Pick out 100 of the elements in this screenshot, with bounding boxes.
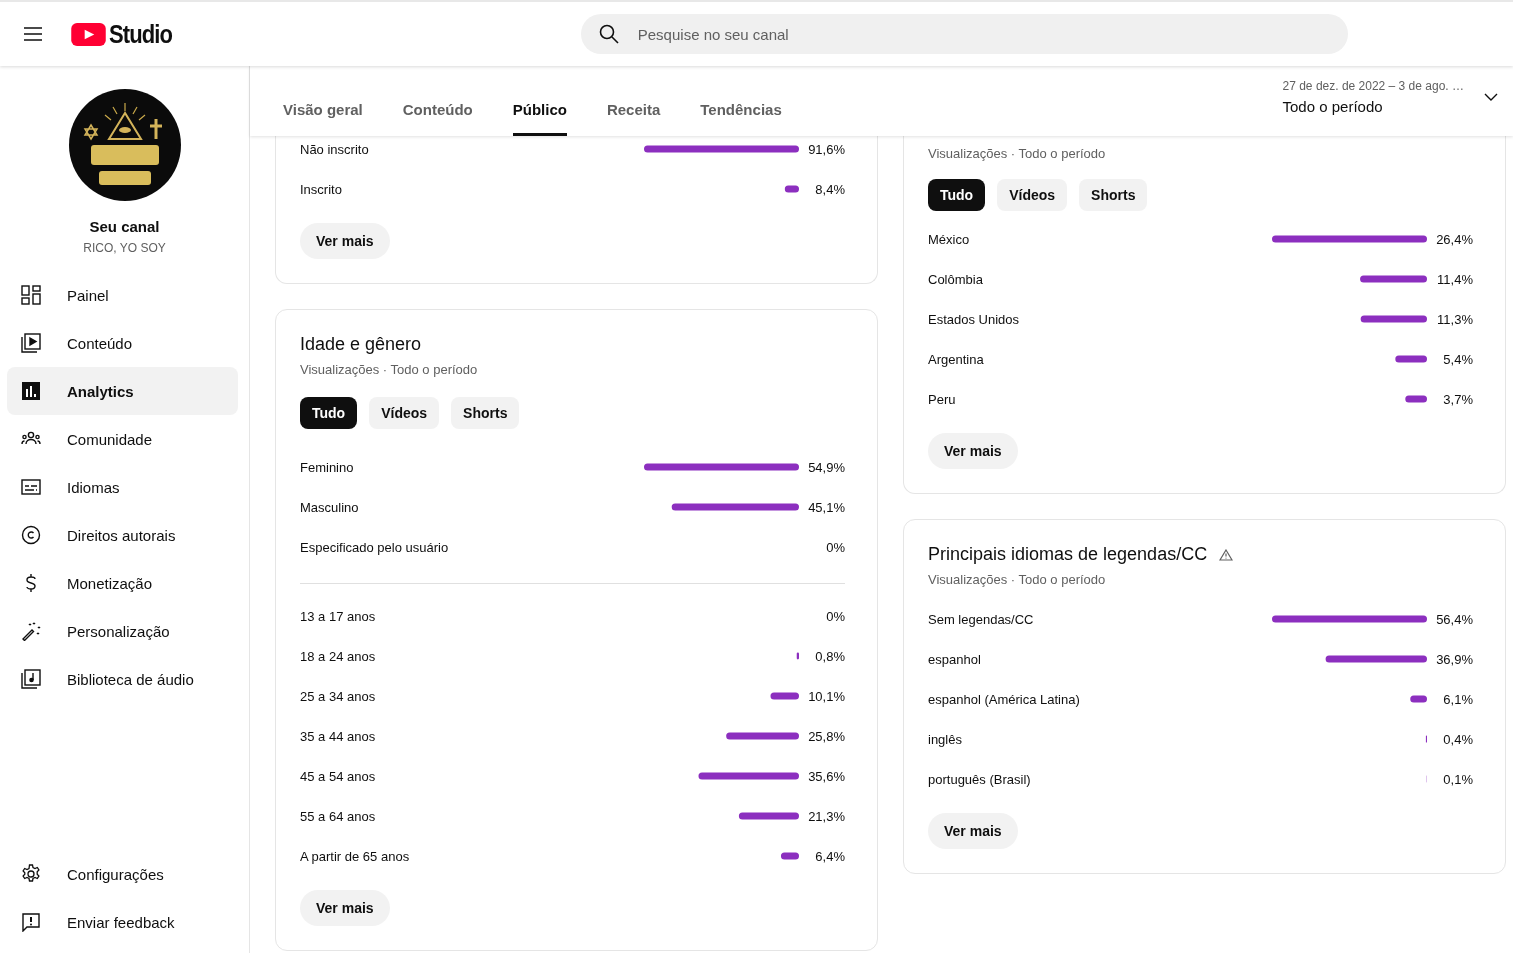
sidebar-item[interactable]: Monetização — [7, 559, 238, 607]
sidebar-item[interactable]: Biblioteca de áudio — [7, 655, 238, 703]
menu-icon[interactable] — [24, 27, 42, 41]
bar — [784, 185, 799, 193]
row-label: 25 a 34 anos — [300, 688, 376, 704]
percentage-value: 26,4% — [1436, 231, 1473, 247]
filter-chip[interactable]: Shorts — [1079, 179, 1148, 211]
row-label: 18 a 24 anos — [300, 648, 376, 664]
channel-name: RICO, YO SOY — [83, 241, 166, 255]
bar — [1405, 395, 1427, 403]
percentage-value: 0% — [826, 608, 845, 624]
bar — [738, 812, 799, 820]
row-label: A partir de 65 anos — [300, 848, 410, 864]
percentage-value: 0% — [826, 539, 845, 555]
percentage-value: 6,4% — [815, 848, 845, 864]
row-label: 35 a 44 anos — [300, 728, 376, 744]
tab[interactable]: Receita — [606, 101, 661, 136]
sidebar-item[interactable]: Conteúdo — [7, 319, 238, 367]
row-label: espanhol (América Latina) — [928, 691, 1080, 707]
card-subtitle: Visualizações · Todo o período — [928, 146, 1107, 161]
copyright-icon — [21, 525, 41, 545]
magic-wand-icon — [21, 621, 41, 641]
see-more-button[interactable]: Ver mais — [300, 890, 390, 926]
sidebar-item[interactable]: Idiomas — [7, 463, 238, 511]
row-label: Não inscrito — [300, 141, 369, 157]
tab[interactable]: Visão geral — [283, 101, 363, 136]
tab[interactable]: Conteúdo — [402, 101, 473, 136]
percentage-value: 0,1% — [1443, 771, 1473, 787]
card-subtitle: Visualizações · Todo o período — [300, 362, 479, 377]
search-field[interactable]: Pesquise no seu canal — [580, 14, 1348, 54]
row-label: inglês — [928, 731, 962, 747]
bar — [1360, 275, 1427, 283]
bar — [1410, 695, 1427, 703]
row-label: Feminino — [300, 459, 354, 475]
row-label: Masculino — [300, 499, 359, 515]
percentage-value: 0,4% — [1443, 731, 1473, 747]
logo-text[interactable]: Studio — [109, 19, 173, 49]
see-more-button[interactable]: Ver mais — [300, 223, 390, 259]
card-title: Principais idiomas de legendas/CC — [928, 544, 1208, 565]
percentage-value: 45,1% — [808, 499, 845, 515]
percentage-value: 91,6% — [808, 141, 845, 157]
dashboard-icon — [21, 285, 41, 305]
row-label: 55 a 64 anos — [300, 808, 376, 824]
channel-title: Seu canal — [89, 218, 160, 235]
sidebar-item[interactable]: Enviar feedback — [7, 898, 238, 946]
date-range-picker[interactable]: 27 de dez. de 2022 – 3 de ago. … Todo o período — [1282, 66, 1513, 128]
feedback-icon — [21, 912, 41, 932]
percentage-value: 54,9% — [808, 459, 845, 475]
percentage-value: 3,7% — [1443, 391, 1473, 407]
percentage-value: 0,8% — [815, 648, 845, 664]
analytics-icon — [21, 381, 41, 401]
row-label: Especificado pelo usuário — [300, 539, 449, 555]
row-label: Peru — [928, 391, 956, 407]
music-library-icon — [21, 669, 41, 689]
sidebar-item[interactable]: Personalização — [7, 607, 238, 655]
filter-chip[interactable]: Vídeos — [369, 397, 440, 429]
chevron-down-icon — [1484, 93, 1498, 101]
video-icon — [21, 333, 41, 353]
percentage-value: 6,1% — [1443, 691, 1473, 707]
bar — [1360, 315, 1427, 323]
percentage-value: 10,1% — [808, 688, 845, 704]
tab[interactable]: Tendências — [700, 101, 782, 136]
card-title: Idade e gênero — [300, 334, 422, 355]
row-label: Sem legendas/CC — [928, 611, 1034, 627]
sidebar-item[interactable]: Configurações — [7, 850, 238, 898]
percentage-value: 5,4% — [1443, 351, 1473, 367]
row-label: espanhol — [928, 651, 981, 667]
play-logo-icon[interactable] — [71, 22, 106, 46]
row-label: 45 a 54 anos — [300, 768, 376, 784]
percentage-value: 11,4% — [1437, 271, 1473, 287]
row-label: 13 a 17 anos — [300, 608, 376, 624]
filter-chip[interactable]: Tudo — [928, 179, 986, 211]
tab[interactable]: Público — [512, 101, 567, 136]
filter-chip[interactable]: Vídeos — [997, 179, 1068, 211]
see-more-button[interactable]: Ver mais — [928, 813, 1018, 849]
row-label: México — [928, 231, 970, 247]
sidebar-item[interactable]: Direitos autorais — [7, 511, 238, 559]
search-icon — [598, 24, 619, 44]
row-label: Colômbia — [928, 271, 983, 287]
row-label: Estados Unidos — [928, 311, 1020, 327]
card-subtitle: Visualizações · Todo o período — [928, 572, 1107, 587]
percentage-value: 56,4% — [1436, 611, 1473, 627]
percentage-value: 8,4% — [815, 181, 845, 197]
bar — [770, 692, 799, 700]
row-label: Argentina — [928, 351, 984, 367]
sidebar-item[interactable]: Painel — [7, 271, 238, 319]
row-label: português (Brasil) — [928, 771, 1031, 787]
percentage-value: 11,3% — [1437, 311, 1473, 327]
bar — [796, 652, 799, 660]
sidebar-item[interactable]: Comunidade — [7, 415, 238, 463]
row-label: Inscrito — [300, 181, 342, 197]
filter-chip[interactable]: Tudo — [300, 397, 358, 429]
filter-chip[interactable]: Shorts — [451, 397, 520, 429]
subtitles-icon — [21, 477, 41, 497]
see-more-button[interactable]: Ver mais — [928, 433, 1018, 469]
percentage-value: 35,6% — [808, 768, 845, 784]
percentage-value: 21,3% — [808, 808, 845, 824]
bar — [780, 852, 799, 860]
percentage-value: 36,9% — [1436, 651, 1473, 667]
sidebar-item[interactable]: Analytics — [7, 367, 238, 415]
